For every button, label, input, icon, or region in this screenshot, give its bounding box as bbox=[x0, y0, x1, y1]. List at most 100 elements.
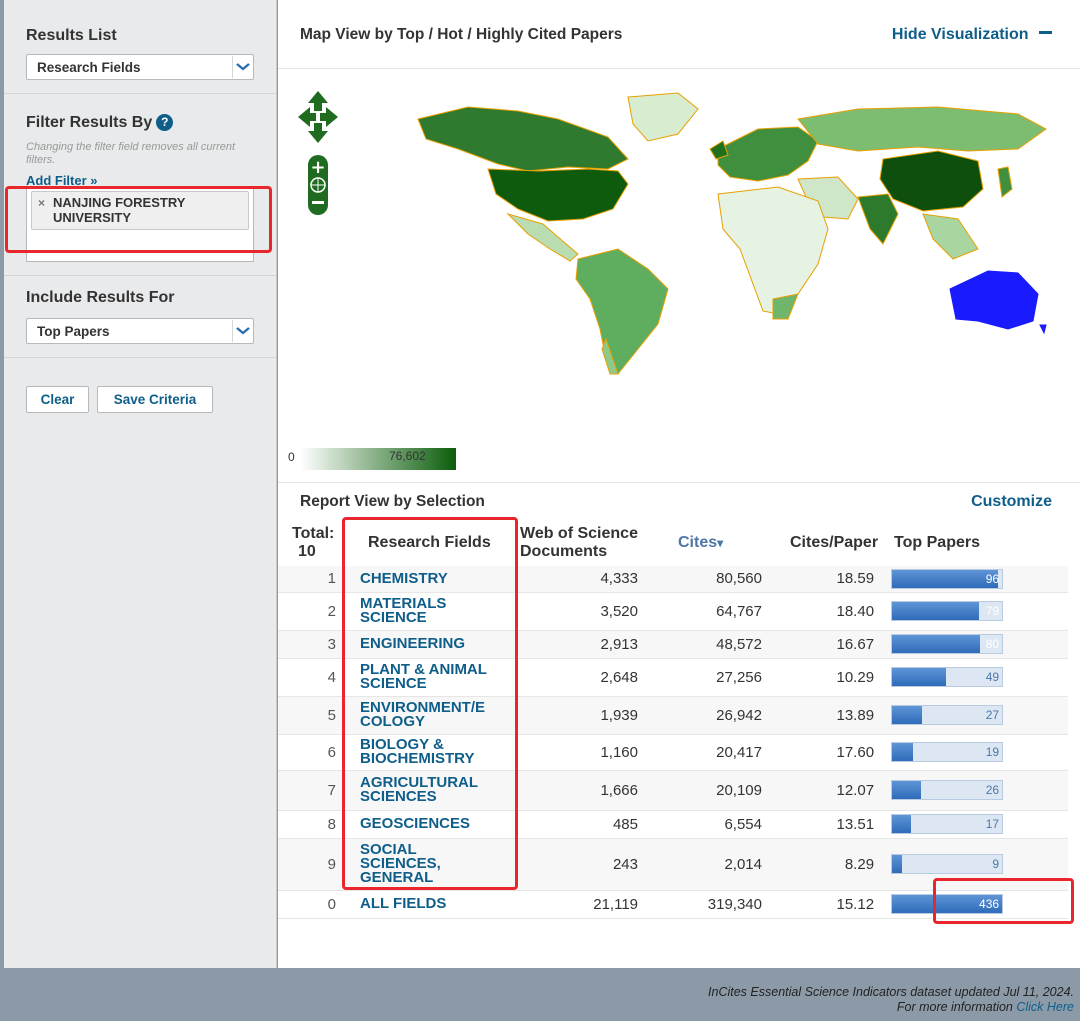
filter-hint: Changing the filter field removes all cu… bbox=[26, 141, 236, 166]
top-papers-bar: 96 bbox=[891, 568, 1004, 589]
customize-link[interactable]: Customize bbox=[971, 493, 1052, 511]
cites-cell: 20,109 bbox=[642, 770, 766, 811]
cites-cell: 80,560 bbox=[642, 566, 766, 593]
total-header: Total: 10 bbox=[278, 520, 342, 566]
footer-updated: InCites Essential Science Indicators dat… bbox=[708, 985, 1074, 999]
top-papers-bar: 19 bbox=[891, 742, 1004, 762]
top-papers-bar-fill bbox=[892, 855, 902, 873]
map-countries bbox=[417, 92, 1047, 375]
top-papers-value: 19 bbox=[985, 745, 1000, 759]
top-papers-cell: 96 bbox=[878, 566, 1068, 593]
cites-cell: 26,942 bbox=[642, 696, 766, 735]
results-list-title: Results List bbox=[26, 27, 117, 44]
top-papers-value: 9 bbox=[992, 857, 1000, 871]
top-papers-bar: 80 bbox=[891, 634, 1004, 654]
top-papers-value: 80 bbox=[985, 637, 1000, 651]
docs-cell: 1,939 bbox=[518, 696, 642, 735]
map-pan-control[interactable]: + bbox=[296, 89, 340, 219]
cpp-cell: 8.29 bbox=[766, 838, 879, 891]
rank-cell: 6 bbox=[278, 734, 342, 771]
cites-cell: 6,554 bbox=[642, 810, 766, 839]
rank-cell: 4 bbox=[278, 658, 342, 697]
cpp-cell: 13.89 bbox=[766, 696, 879, 735]
cites-cell: 27,256 bbox=[642, 658, 766, 697]
top-papers-cell: 19 bbox=[878, 734, 1068, 771]
top-papers-bar-fill bbox=[892, 569, 998, 588]
rank-cell: 5 bbox=[278, 696, 342, 735]
cites-cell: 64,767 bbox=[642, 592, 766, 631]
world-map[interactable]: + bbox=[278, 68, 1080, 480]
cpp-cell: 18.59 bbox=[766, 566, 879, 593]
svg-text:+: + bbox=[310, 157, 325, 178]
top-papers-bar-fill bbox=[892, 602, 979, 620]
include-select[interactable]: Top Papers bbox=[26, 318, 254, 344]
docs-cell: 2,648 bbox=[518, 658, 642, 697]
cites-label: Cites bbox=[678, 534, 718, 551]
docs-cell: 1,160 bbox=[518, 734, 642, 771]
top-papers-cell: 27 bbox=[878, 696, 1068, 735]
cpp-cell: 13.51 bbox=[766, 810, 879, 839]
top-papers-value: 96 bbox=[985, 571, 1000, 586]
top-papers-bar: 79 bbox=[891, 601, 1004, 621]
map-legend-bar bbox=[300, 448, 456, 470]
top-papers-cell: 49 bbox=[878, 658, 1068, 697]
cpp-cell: 10.29 bbox=[766, 658, 879, 697]
field-link[interactable]: ALL FIELDS bbox=[342, 890, 518, 919]
legend-min: 0 bbox=[288, 450, 295, 464]
top-papers-cell: 80 bbox=[878, 630, 1068, 659]
top-papers-value: 27 bbox=[985, 708, 1000, 722]
chevron-down-icon[interactable] bbox=[232, 320, 252, 342]
docs-cell: 243 bbox=[518, 838, 642, 891]
docs-cell: 1,666 bbox=[518, 770, 642, 811]
top-papers-bar: 27 bbox=[891, 705, 1004, 725]
rank-cell: 7 bbox=[278, 770, 342, 811]
top-papers-bar: 9 bbox=[891, 854, 1004, 874]
map-title: Map View by Top / Hot / Highly Cited Pap… bbox=[300, 26, 623, 43]
help-icon[interactable]: ? bbox=[156, 114, 174, 131]
top-papers-bar-fill bbox=[892, 706, 922, 724]
cites-cell: 2,014 bbox=[642, 838, 766, 891]
legend-max: 76,602 bbox=[389, 449, 426, 463]
cites-cell: 319,340 bbox=[642, 890, 766, 919]
click-here-link[interactable]: Click Here bbox=[1016, 1000, 1074, 1014]
total-label: Total: bbox=[292, 525, 335, 542]
include-title: Include Results For bbox=[26, 289, 175, 306]
cpp-cell: 15.12 bbox=[766, 890, 879, 919]
top-papers-value: 17 bbox=[985, 817, 1000, 831]
top-papers-bar-fill bbox=[892, 743, 913, 761]
cites-header[interactable]: Cites▾ bbox=[642, 520, 766, 566]
top-papers-header: Top Papers bbox=[894, 534, 980, 551]
cpp-cell: 18.40 bbox=[766, 592, 879, 631]
minus-icon bbox=[1039, 31, 1052, 34]
clear-button[interactable]: Clear bbox=[26, 386, 89, 413]
sort-desc-icon: ▾ bbox=[717, 536, 724, 550]
report-title: Report View by Selection bbox=[300, 493, 485, 510]
results-list-select[interactable]: Research Fields bbox=[26, 54, 254, 80]
results-list-value: Research Fields bbox=[37, 60, 141, 75]
filter-title: Filter Results By? bbox=[26, 114, 254, 132]
save-criteria-button[interactable]: Save Criteria bbox=[97, 386, 213, 413]
total-count: 10 bbox=[298, 543, 316, 560]
annotation-box-all-fields bbox=[933, 878, 1074, 924]
cpp-cell: 16.67 bbox=[766, 630, 879, 659]
left-panel: Results List Research Fields Filter Resu… bbox=[4, 0, 277, 968]
rank-cell: 2 bbox=[278, 592, 342, 631]
annotation-box-fields bbox=[342, 517, 518, 890]
section-divider bbox=[278, 482, 1080, 483]
hide-visualization-link[interactable]: Hide Visualization bbox=[892, 26, 1052, 44]
cpp-cell: 12.07 bbox=[766, 770, 879, 811]
docs-cell: 21,119 bbox=[518, 890, 642, 919]
annotation-box-filter bbox=[5, 186, 272, 253]
top-papers-bar-fill bbox=[892, 668, 946, 686]
top-papers-bar: 26 bbox=[891, 780, 1004, 800]
top-papers-bar-fill bbox=[892, 635, 981, 653]
top-papers-value: 26 bbox=[985, 783, 1000, 797]
chevron-down-icon[interactable] bbox=[232, 56, 252, 78]
field-name: ALL FIELDS bbox=[360, 895, 447, 912]
cites-cell: 20,417 bbox=[642, 734, 766, 771]
top-papers-bar-fill bbox=[892, 781, 921, 799]
cites-cell: 48,572 bbox=[642, 630, 766, 659]
cpp-header: Cites/Paper bbox=[790, 534, 879, 551]
rank-cell: 0 bbox=[278, 890, 342, 919]
top-papers-value: 49 bbox=[985, 670, 1000, 684]
